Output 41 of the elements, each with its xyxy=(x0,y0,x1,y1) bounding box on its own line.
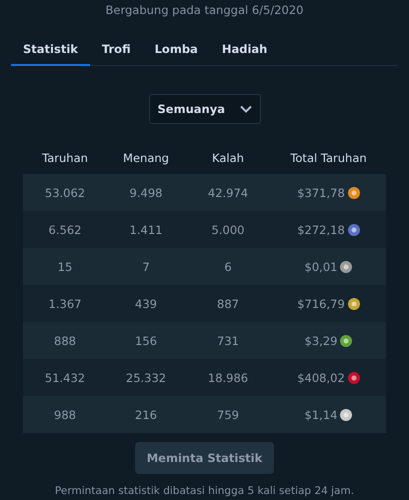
table-cell: $408,02 xyxy=(297,370,345,384)
table-cell-text: 42.974 xyxy=(206,186,250,200)
table-cell-text: 5.000 xyxy=(210,222,246,236)
table-cell-text: 53.062 xyxy=(44,186,86,200)
filter-dropdown[interactable]: Semuanya xyxy=(148,94,260,124)
table-cell: $272,18 xyxy=(297,222,345,236)
table-cell: $716,79 xyxy=(297,296,345,310)
table-cell-text: 759 xyxy=(216,408,240,422)
tab[interactable]: Lomba xyxy=(142,36,210,66)
table-cell-text: 888 xyxy=(53,334,77,348)
tab[interactable]: Hadiah xyxy=(210,36,280,66)
table-cell: $371,78 xyxy=(297,186,345,200)
table-cell-text: 9.498 xyxy=(128,186,164,200)
table-cell-text: 18.986 xyxy=(206,370,250,384)
table-cell-text: 887 xyxy=(216,296,240,310)
table-cell-text: 731 xyxy=(216,334,240,348)
column-header: Taruhan xyxy=(41,151,89,165)
column-header: Menang xyxy=(122,151,170,165)
table-cell-text: 216 xyxy=(134,408,158,422)
table-cell-text: 1.411 xyxy=(128,222,164,236)
limit-note: Permintaan statistik dibatasi hingga 5 kali setiap 24 jam. xyxy=(54,485,356,497)
table-cell: $1,14 xyxy=(304,408,338,422)
table-cell-text: 15 xyxy=(56,260,74,274)
request-stats-button[interactable]: Meminta Statistik xyxy=(134,442,274,474)
table-cell: $0,01 xyxy=(304,260,338,274)
joined-date: Bergabung pada tanggal 6/5/2020 xyxy=(104,2,304,19)
table-cell-text: 51.432 xyxy=(44,370,86,384)
tab[interactable]: Statistik xyxy=(11,36,90,66)
column-header: Total Taruhan xyxy=(289,151,368,165)
table-cell-text: 1.367 xyxy=(48,296,82,310)
table-cell-text: 7 xyxy=(141,260,151,274)
column-header: Kalah xyxy=(211,151,245,165)
tab[interactable]: Trofi xyxy=(90,36,143,66)
table-cell-text: 156 xyxy=(134,334,158,348)
table-cell-text: 439 xyxy=(134,296,158,310)
chevron-icon xyxy=(240,105,252,113)
table-cell-text: 6 xyxy=(223,260,233,274)
table-cell: $3,29 xyxy=(304,334,338,348)
table-cell-text: 988 xyxy=(53,408,77,422)
table-cell-text: 25.332 xyxy=(124,370,168,384)
table-cell-text: 6.562 xyxy=(48,222,82,236)
